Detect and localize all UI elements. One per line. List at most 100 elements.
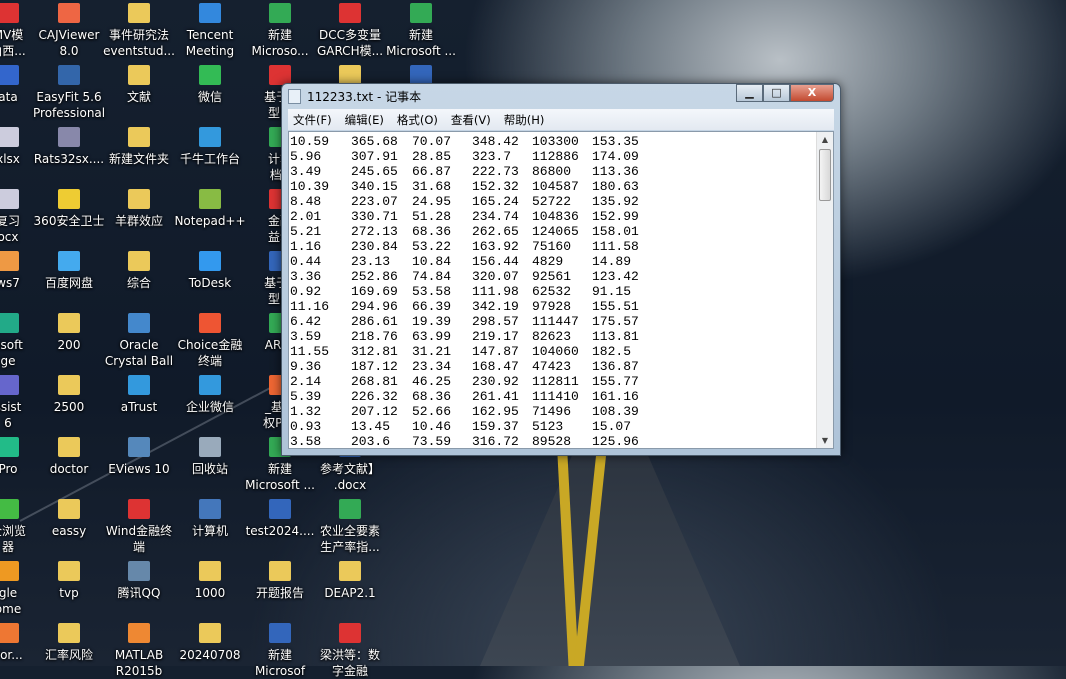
shortcut-icon [128,65,150,85]
desktop-icon[interactable]: 羊群效应 [103,189,175,229]
text-value: 10.46 [412,419,452,434]
desktop-icon[interactable]: 新建 Microsoft ... [385,3,457,59]
desktop-icon[interactable]: Rats32sx.... [33,127,105,167]
text-value: 222.73 [472,164,519,179]
text-value: 162.95 [472,404,519,419]
text-value: 51.28 [412,209,452,224]
desktop-icon[interactable]: 汇率风险 [33,623,105,663]
desktop-icon[interactable]: EViews 10 [103,437,175,477]
desktop-icon[interactable]: Oracle Crystal Ball [103,313,175,369]
menu-edit[interactable]: 编辑(E) [345,112,384,128]
desktop-icon[interactable]: 百度网盘 [33,251,105,291]
notepad-icon [288,88,301,104]
menu-view[interactable]: 查看(V) [451,112,491,128]
desktop-icon[interactable]: 腾讯QQ [103,561,175,601]
text-value: 174.09 [592,149,639,164]
wallpaper-road [480,440,740,666]
desktop-icon[interactable]: 农业全要素 生产率指... [314,499,386,555]
text-value: 10.84 [412,254,452,269]
shortcut-icon [269,3,291,23]
text-value: 63.99 [412,329,452,344]
menu-help[interactable]: 帮助(H) [504,112,545,128]
desktop-icon[interactable]: 梁洪等：数 字金融 [314,623,386,679]
vertical-scrollbar[interactable]: ▲ ▼ [816,132,833,448]
desktop-icon[interactable]: 文献 [103,65,175,105]
desktop-icon-label: CAJViewer 8.0 [38,28,100,58]
text-value: 68.36 [412,389,452,404]
minimize-button[interactable]: ▁ [736,84,763,102]
desktop-icon[interactable]: doctor [33,437,105,477]
notepad-window[interactable]: 112233.txt - 记事本 ▁ □ X 文件(F) 编辑(E) 格式(O)… [281,83,841,456]
text-value: 245.65 [351,164,398,179]
desktop-icon[interactable]: 事件研究法 eventstud... [103,3,175,59]
desktop-icon[interactable]: tvp [33,561,105,601]
desktop-icon-label: EasyFit 5.6 Professional [33,90,106,120]
maximize-button[interactable]: □ [763,84,790,102]
text-value: 91.15 [592,284,632,299]
shortcut-icon [58,189,80,209]
desktop-icon[interactable]: test2024.... [244,499,316,539]
desktop-icon-label: 2500 [53,400,85,414]
text-value: 152.32 [472,179,519,194]
desktop-icon[interactable]: CAJViewer 8.0 [33,3,105,59]
desktop-icon[interactable]: 360安全卫士 [33,189,105,229]
desktop-icon[interactable]: 新建 Microso... [244,3,316,59]
desktop-icon[interactable]: 综合 [103,251,175,291]
text-value: 135.92 [592,194,639,209]
text-value: 125.96 [592,434,639,449]
text-value: 89528 [532,434,572,449]
desktop-icon-label: 新建文件夹 [108,152,169,166]
text-value: 92561 [532,269,572,284]
desktop-icon[interactable]: Choice金融 终端 [174,313,246,369]
desktop-icon-label: 腾讯QQ [117,586,161,600]
desktop-icon[interactable]: DEAP2.1 [314,561,386,601]
desktop-icon[interactable]: 新建文件夹 [103,127,175,167]
shortcut-icon [0,437,19,457]
text-value: 10.39 [290,179,330,194]
text-value: 348.42 [472,134,519,149]
desktop-icon[interactable]: EasyFit 5.6 Professional [33,65,105,121]
text-value: 159.37 [472,419,519,434]
desktop-icon[interactable]: 千牛工作台 [174,127,246,167]
shortcut-icon [0,189,19,209]
text-value: 203.6 [351,434,391,449]
menu-file[interactable]: 文件(F) [293,112,332,128]
desktop-icon[interactable]: ToDesk [174,251,246,291]
close-button[interactable]: X [790,84,834,102]
desktop-icon[interactable]: 开题报告 [244,561,316,601]
desktop-icon[interactable]: 计算机 [174,499,246,539]
scroll-up-arrow-icon[interactable]: ▲ [817,132,833,147]
desktop-icon[interactable]: 20240708 [174,623,246,663]
desktop-icon[interactable]: MATLAB R2015b [103,623,175,679]
desktop-icon[interactable]: aTrust [103,375,175,415]
desktop-icon-label: Wind金融终 端 [105,524,173,554]
text-value: 156.44 [472,254,519,269]
desktop-icon[interactable]: DCC多变量 GARCH模... [314,3,386,59]
desktop-icon-label: Oracle Crystal Ball [104,338,174,368]
desktop-icon[interactable]: 回收站 [174,437,246,477]
shortcut-icon [0,127,19,147]
text-value: 113.36 [592,164,639,179]
desktop-icon[interactable]: 微信 [174,65,246,105]
scroll-down-arrow-icon[interactable]: ▼ [817,433,833,448]
desktop-icon[interactable]: 企业微信 [174,375,246,415]
desktop-icon-label: 360安全卫士 [33,214,105,228]
text-value: 3.49 [290,164,322,179]
text-area[interactable]: ▲ ▼ 10.59 365.68 70.07 348.42 103300 153.35 5.… [288,131,834,449]
scroll-thumb[interactable] [819,149,831,201]
text-value: 187.12 [351,359,398,374]
desktop-icon[interactable]: Notepad++ [174,189,246,229]
desktop-icon[interactable]: 2500 [33,375,105,415]
desktop-icon[interactable]: 新建 Microsof [244,623,316,679]
desktop-icon[interactable]: Tencent Meeting [174,3,246,59]
desktop-icon[interactable]: Wind金融终 端 [103,499,175,555]
desktop-icon-label: 羊群效应 [114,214,163,228]
desktop-icon-label: Rats32sx.... [33,152,105,166]
shortcut-icon [339,499,361,519]
text-value: 0.44 [290,254,322,269]
menu-format[interactable]: 格式(O) [397,112,438,128]
desktop-icon[interactable]: eassy [33,499,105,539]
desktop-icon[interactable]: 200 [33,313,105,353]
desktop-icon[interactable]: 1000 [174,561,246,601]
desktop-icon-label: 20240708 [179,648,241,662]
